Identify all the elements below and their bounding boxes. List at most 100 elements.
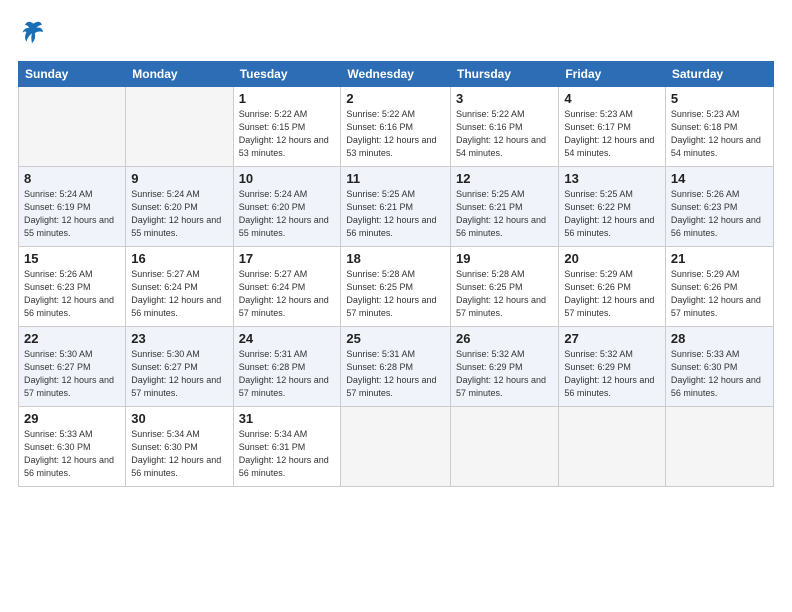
table-row: 28Sunrise: 5:33 AMSunset: 6:30 PMDayligh…: [665, 327, 773, 407]
day-number: 19: [456, 251, 553, 266]
table-row: 12 Sunrise: 5:25 AMSunset: 6:21 PMDayligh…: [451, 167, 559, 247]
col-wednesday: Wednesday: [341, 62, 451, 87]
table-row: [126, 87, 233, 167]
day-info: Sunrise: 5:33 AMSunset: 6:30 PMDaylight:…: [24, 428, 120, 480]
day-info: Sunrise: 5:34 AMSunset: 6:30 PMDaylight:…: [131, 428, 227, 480]
header: [18, 18, 774, 51]
calendar-week-row: 29 Sunrise: 5:33 AMSunset: 6:30 PMDayligh…: [19, 407, 774, 487]
day-number: 4: [564, 91, 660, 106]
calendar-table: Sunday Monday Tuesday Wednesday Thursday…: [18, 61, 774, 487]
table-row: [451, 407, 559, 487]
table-row: 18Sunrise: 5:28 AMSunset: 6:25 PMDayligh…: [341, 247, 451, 327]
day-number: 1: [239, 91, 336, 106]
day-info: Sunrise: 5:30 AMSunset: 6:27 PMDaylight:…: [24, 348, 120, 400]
table-row: 11 Sunrise: 5:25 AMSunset: 6:21 PMDayligh…: [341, 167, 451, 247]
col-saturday: Saturday: [665, 62, 773, 87]
table-row: 26 Sunrise: 5:32 AMSunset: 6:29 PMDayligh…: [451, 327, 559, 407]
calendar-week-row: 15 Sunrise: 5:26 AMSunset: 6:23 PMDayligh…: [19, 247, 774, 327]
table-row: 27 Sunrise: 5:32 AMSunset: 6:29 PMDayligh…: [559, 327, 666, 407]
day-info: Sunrise: 5:25 AMSunset: 6:21 PMDaylight:…: [456, 188, 553, 240]
day-number: 3: [456, 91, 553, 106]
table-row: 4 Sunrise: 5:23 AMSunset: 6:17 PMDaylight…: [559, 87, 666, 167]
table-row: 30 Sunrise: 5:34 AMSunset: 6:30 PMDayligh…: [126, 407, 233, 487]
day-info: Sunrise: 5:32 AMSunset: 6:29 PMDaylight:…: [564, 348, 660, 400]
day-info: Sunrise: 5:22 AMSunset: 6:16 PMDaylight:…: [346, 108, 445, 160]
table-row: 25Sunrise: 5:31 AMSunset: 6:28 PMDayligh…: [341, 327, 451, 407]
day-info: Sunrise: 5:31 AMSunset: 6:28 PMDaylight:…: [346, 348, 445, 400]
day-number: 30: [131, 411, 227, 426]
day-number: 31: [239, 411, 336, 426]
table-row: [559, 407, 666, 487]
day-info: Sunrise: 5:24 AMSunset: 6:19 PMDaylight:…: [24, 188, 120, 240]
table-row: [341, 407, 451, 487]
table-row: 29 Sunrise: 5:33 AMSunset: 6:30 PMDayligh…: [19, 407, 126, 487]
table-row: 14Sunrise: 5:26 AMSunset: 6:23 PMDayligh…: [665, 167, 773, 247]
day-info: Sunrise: 5:23 AMSunset: 6:18 PMDaylight:…: [671, 108, 768, 160]
day-info: Sunrise: 5:22 AMSunset: 6:15 PMDaylight:…: [239, 108, 336, 160]
table-row: [665, 407, 773, 487]
table-row: 23 Sunrise: 5:30 AMSunset: 6:27 PMDayligh…: [126, 327, 233, 407]
day-info: Sunrise: 5:26 AMSunset: 6:23 PMDaylight:…: [671, 188, 768, 240]
day-number: 11: [346, 171, 445, 186]
page: Sunday Monday Tuesday Wednesday Thursday…: [0, 0, 792, 612]
table-row: 17 Sunrise: 5:27 AMSunset: 6:24 PMDayligh…: [233, 247, 341, 327]
day-number: 27: [564, 331, 660, 346]
table-row: 31 Sunrise: 5:34 AMSunset: 6:31 PMDayligh…: [233, 407, 341, 487]
calendar-header-row: Sunday Monday Tuesday Wednesday Thursday…: [19, 62, 774, 87]
day-number: 9: [131, 171, 227, 186]
table-row: 5 Sunrise: 5:23 AMSunset: 6:18 PMDaylight…: [665, 87, 773, 167]
day-number: 16: [131, 251, 227, 266]
day-number: 23: [131, 331, 227, 346]
col-sunday: Sunday: [19, 62, 126, 87]
table-row: [19, 87, 126, 167]
day-info: Sunrise: 5:24 AMSunset: 6:20 PMDaylight:…: [239, 188, 336, 240]
day-info: Sunrise: 5:30 AMSunset: 6:27 PMDaylight:…: [131, 348, 227, 400]
table-row: 15 Sunrise: 5:26 AMSunset: 6:23 PMDayligh…: [19, 247, 126, 327]
day-number: 5: [671, 91, 768, 106]
day-info: Sunrise: 5:25 AMSunset: 6:21 PMDaylight:…: [346, 188, 445, 240]
day-number: 2: [346, 91, 445, 106]
day-number: 13: [564, 171, 660, 186]
day-info: Sunrise: 5:31 AMSunset: 6:28 PMDaylight:…: [239, 348, 336, 400]
table-row: 19 Sunrise: 5:28 AMSunset: 6:25 PMDayligh…: [451, 247, 559, 327]
col-tuesday: Tuesday: [233, 62, 341, 87]
table-row: 8Sunrise: 5:24 AMSunset: 6:19 PMDaylight…: [19, 167, 126, 247]
table-row: 24 Sunrise: 5:31 AMSunset: 6:28 PMDayligh…: [233, 327, 341, 407]
logo: [18, 18, 46, 51]
table-row: 9 Sunrise: 5:24 AMSunset: 6:20 PMDaylight…: [126, 167, 233, 247]
calendar-week-row: 22 Sunrise: 5:30 AMSunset: 6:27 PMDayligh…: [19, 327, 774, 407]
day-info: Sunrise: 5:32 AMSunset: 6:29 PMDaylight:…: [456, 348, 553, 400]
day-info: Sunrise: 5:28 AMSunset: 6:25 PMDaylight:…: [456, 268, 553, 320]
day-info: Sunrise: 5:29 AMSunset: 6:26 PMDaylight:…: [671, 268, 768, 320]
day-number: 22: [24, 331, 120, 346]
table-row: 21 Sunrise: 5:29 AMSunset: 6:26 PMDayligh…: [665, 247, 773, 327]
day-info: Sunrise: 5:29 AMSunset: 6:26 PMDaylight:…: [564, 268, 660, 320]
col-friday: Friday: [559, 62, 666, 87]
day-info: Sunrise: 5:24 AMSunset: 6:20 PMDaylight:…: [131, 188, 227, 240]
day-number: 24: [239, 331, 336, 346]
day-info: Sunrise: 5:23 AMSunset: 6:17 PMDaylight:…: [564, 108, 660, 160]
day-info: Sunrise: 5:22 AMSunset: 6:16 PMDaylight:…: [456, 108, 553, 160]
table-row: 2 Sunrise: 5:22 AMSunset: 6:16 PMDaylight…: [341, 87, 451, 167]
day-info: Sunrise: 5:27 AMSunset: 6:24 PMDaylight:…: [239, 268, 336, 320]
day-number: 20: [564, 251, 660, 266]
day-number: 29: [24, 411, 120, 426]
day-number: 12: [456, 171, 553, 186]
day-info: Sunrise: 5:25 AMSunset: 6:22 PMDaylight:…: [564, 188, 660, 240]
table-row: 13 Sunrise: 5:25 AMSunset: 6:22 PMDayligh…: [559, 167, 666, 247]
day-number: 26: [456, 331, 553, 346]
col-thursday: Thursday: [451, 62, 559, 87]
table-row: 3 Sunrise: 5:22 AMSunset: 6:16 PMDaylight…: [451, 87, 559, 167]
table-row: 1 Sunrise: 5:22 AMSunset: 6:15 PMDaylight…: [233, 87, 341, 167]
logo-bird-icon: [18, 18, 46, 46]
calendar-week-row: 1 Sunrise: 5:22 AMSunset: 6:15 PMDaylight…: [19, 87, 774, 167]
day-info: Sunrise: 5:26 AMSunset: 6:23 PMDaylight:…: [24, 268, 120, 320]
table-row: 22 Sunrise: 5:30 AMSunset: 6:27 PMDayligh…: [19, 327, 126, 407]
day-number: 17: [239, 251, 336, 266]
day-info: Sunrise: 5:28 AMSunset: 6:25 PMDaylight:…: [346, 268, 445, 320]
day-number: 28: [671, 331, 768, 346]
day-number: 21: [671, 251, 768, 266]
day-info: Sunrise: 5:34 AMSunset: 6:31 PMDaylight:…: [239, 428, 336, 480]
table-row: 20 Sunrise: 5:29 AMSunset: 6:26 PMDayligh…: [559, 247, 666, 327]
day-number: 15: [24, 251, 120, 266]
